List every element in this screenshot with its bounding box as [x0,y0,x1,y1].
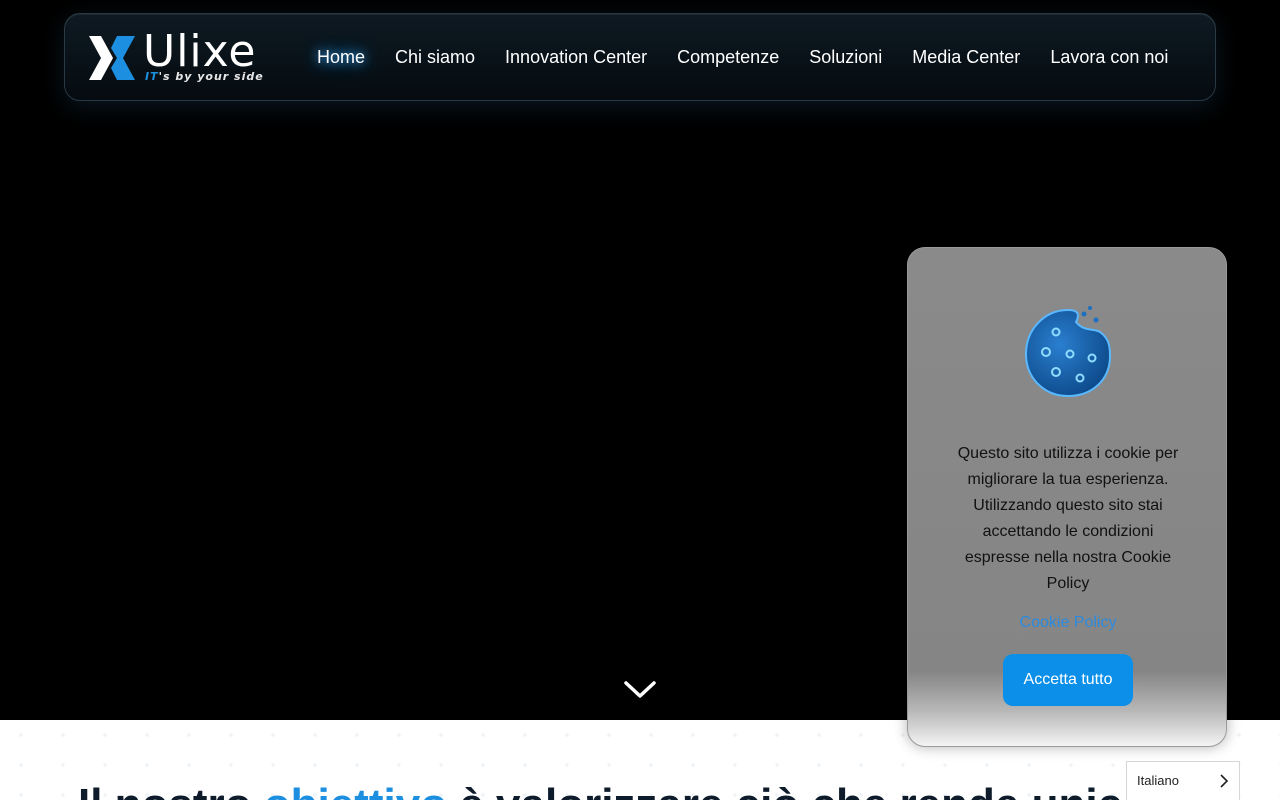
nav-item-soluzioni[interactable]: Soluzioni [809,47,882,68]
nav-item-home[interactable]: Home [317,47,365,68]
nav-item-media-center[interactable]: Media Center [912,47,1020,68]
language-selector[interactable]: Italiano [1126,761,1240,800]
cookie-message: Questo sito utilizza i cookie per miglio… [957,445,1179,592]
chevron-right-icon [1220,774,1229,788]
cookie-banner: Questo sito utilizza i cookie per miglio… [907,247,1227,747]
ulixe-logo-mark-icon [89,36,135,80]
cookie-icon [1024,306,1112,398]
intro-headline: Il nostro obiettivo è valorizzare ciò ch… [78,780,1186,800]
nav-item-competenze[interactable]: Competenze [677,47,779,68]
logo-tagline: IT's by your side [145,70,264,83]
nav-item-lavora-con-noi[interactable]: Lavora con noi [1050,47,1168,68]
site-logo[interactable]: Ulixe IT's by your side [87,26,267,86]
main-nav: Home Chi siamo Innovation Center Compete… [317,14,1198,100]
language-label: Italiano [1137,773,1179,788]
nav-item-innovation-center[interactable]: Innovation Center [505,47,647,68]
chevron-down-icon[interactable] [624,680,656,700]
cookie-policy-link[interactable]: Cookie Policy [908,614,1228,632]
nav-item-chi-siamo[interactable]: Chi siamo [395,47,475,68]
accept-all-button[interactable]: Accetta tutto [1003,654,1133,706]
top-navbar: Ulixe IT's by your side Home Chi siamo I… [64,13,1216,101]
